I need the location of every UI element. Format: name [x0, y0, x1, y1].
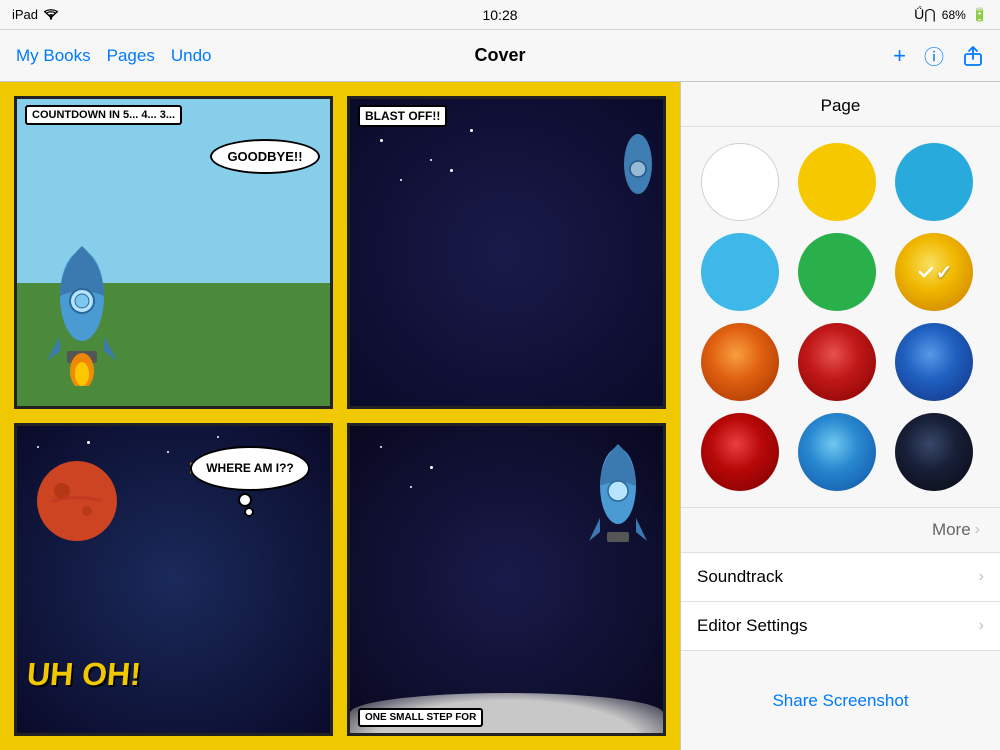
more-chevron-icon: ›	[975, 521, 980, 539]
rocket-svg	[37, 236, 127, 386]
star	[400, 179, 402, 181]
star	[380, 139, 383, 142]
swatch-cyan[interactable]	[701, 233, 779, 311]
speech-bubble-1: GOODBYE!!	[210, 139, 320, 174]
comic-grid: COUNTDOWN IN 5... 4... 3...	[14, 96, 666, 736]
star	[37, 446, 39, 448]
share-screenshot-row[interactable]: Share Screenshot	[681, 651, 1000, 750]
pages-link[interactable]: Pages	[107, 46, 155, 66]
thought-bubble: WHERE AM I??	[190, 446, 310, 491]
swatch-green[interactable]	[798, 233, 876, 311]
nav-bar: My Books Pages Undo Cover + ⓘ	[0, 30, 1000, 82]
device-label: iPad	[12, 7, 38, 22]
more-label: More	[932, 520, 971, 540]
star	[87, 441, 90, 444]
right-panel: Page More › So	[680, 82, 1000, 750]
status-bar: iPad 10:28 Ǘ⋂ 68% 🔋	[0, 0, 1000, 30]
nav-right: + ⓘ	[893, 41, 984, 70]
my-books-link[interactable]: My Books	[16, 46, 91, 66]
checkmark-icon	[916, 262, 936, 282]
swatch-darkblue[interactable]	[895, 413, 973, 491]
swatch-orange[interactable]	[701, 323, 779, 401]
soundtrack-row[interactable]: Soundtrack ›	[681, 553, 1000, 602]
swatch-white[interactable]	[701, 143, 779, 221]
comic-panel-3[interactable]: WHERE AM I?? UH OH!	[14, 423, 333, 736]
editor-settings-row[interactable]: Editor Settings ›	[681, 602, 1000, 651]
swatch-red2[interactable]	[701, 413, 779, 491]
star	[380, 446, 382, 448]
status-right: Ǘ⋂ 68% 🔋	[914, 6, 988, 23]
nav-left: My Books Pages Undo	[16, 46, 211, 66]
comic-panel-1[interactable]: COUNTDOWN IN 5... 4... 3...	[14, 96, 333, 409]
star	[470, 129, 473, 132]
star	[430, 466, 433, 469]
info-button[interactable]: ⓘ	[924, 41, 944, 70]
soundtrack-label: Soundtrack	[697, 567, 783, 587]
panel-header-title: Page	[821, 96, 861, 115]
battery-icon: 🔋	[972, 7, 988, 23]
swatch-yellow2[interactable]	[895, 233, 973, 311]
more-row[interactable]: More ›	[681, 507, 1000, 553]
comic-canvas: COUNTDOWN IN 5... 4... 3...	[0, 82, 680, 750]
panel2-label: BLAST OFF!!	[358, 105, 447, 127]
star	[450, 169, 453, 172]
status-time: 10:28	[482, 7, 517, 23]
planet-svg	[32, 456, 122, 546]
panel-header: Page	[681, 82, 1000, 127]
star	[410, 486, 412, 488]
nav-title: Cover	[474, 45, 525, 66]
undo-link[interactable]: Undo	[171, 46, 212, 66]
star	[217, 436, 219, 438]
editor-settings-label: Editor Settings	[697, 616, 808, 636]
color-grid	[681, 127, 1000, 507]
panel4-label: ONE SMALL STEP FOR	[358, 708, 483, 727]
comic-panel-2[interactable]: BLAST OFF!!	[347, 96, 666, 409]
bluetooth-icon: Ǘ⋂	[914, 6, 936, 23]
editor-settings-chevron-icon: ›	[979, 617, 984, 635]
battery-text: 68%	[942, 8, 966, 22]
swatch-yellow[interactable]	[798, 143, 876, 221]
soundtrack-chevron-icon: ›	[979, 568, 984, 586]
share-screenshot-label: Share Screenshot	[772, 691, 908, 711]
add-button[interactable]: +	[893, 43, 906, 69]
comic-panel-4[interactable]: ONE SMALL STEP FOR	[347, 423, 666, 736]
uh-oh-text: UH OH!	[25, 656, 142, 693]
swatch-red[interactable]	[798, 323, 876, 401]
star	[167, 451, 169, 453]
swatch-lightblue[interactable]	[798, 413, 876, 491]
share-icon	[962, 45, 984, 67]
panel1-label: COUNTDOWN IN 5... 4... 3...	[25, 105, 182, 125]
rocket-partial	[613, 129, 663, 209]
status-left: iPad	[12, 7, 58, 22]
share-button[interactable]	[962, 45, 984, 67]
wifi-icon	[44, 9, 58, 20]
star	[430, 159, 432, 161]
rocket-svg-2	[583, 436, 653, 566]
swatch-blue2[interactable]	[895, 323, 973, 401]
swatch-blue[interactable]	[895, 143, 973, 221]
main-content: COUNTDOWN IN 5... 4... 3...	[0, 82, 1000, 750]
